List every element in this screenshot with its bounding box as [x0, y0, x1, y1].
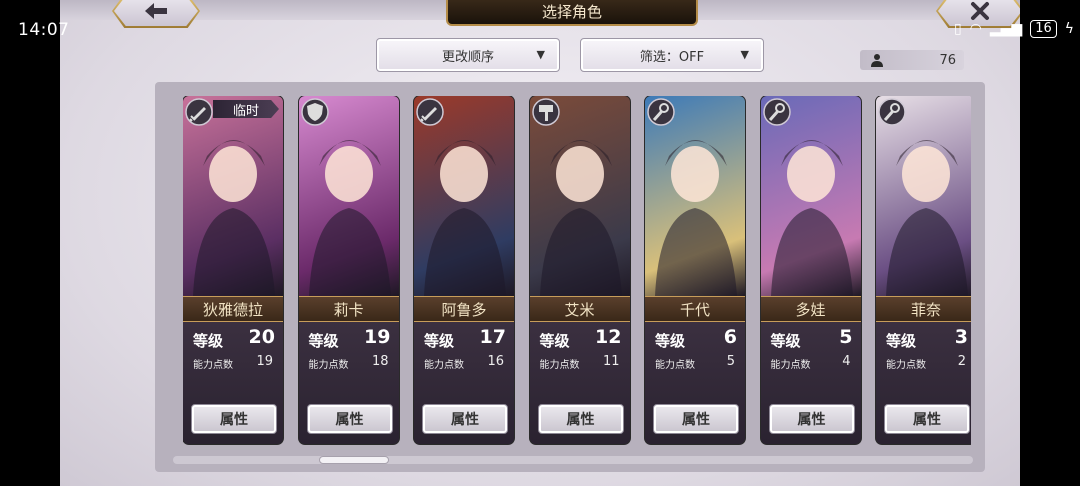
- character-stats: 等级 5 能力点数 4 属性: [760, 322, 861, 444]
- character-name: 阿鲁多: [414, 296, 514, 322]
- character-stats: 等级 3 能力点数 2 属性: [876, 322, 971, 444]
- character-stats: 等级 12 能力点数 11 属性: [529, 322, 630, 444]
- ability-points-value: 19: [256, 354, 273, 369]
- level-value: 3: [954, 326, 968, 348]
- character-card[interactable]: 菲奈 等级 3 能力点数 2 属性: [876, 96, 971, 444]
- level-label: 等级: [539, 332, 570, 350]
- game-screen: 选择角色 更改顺序 ▼ 筛选：OFF ▼ 76 临时 狄雅德拉 等级 20 能力…: [60, 0, 1020, 486]
- staff-icon: [762, 98, 791, 126]
- scrollbar[interactable]: [173, 456, 973, 464]
- level-value: 20: [248, 326, 275, 348]
- level-label: 等级: [193, 332, 224, 350]
- character-count-value: 76: [939, 52, 956, 68]
- character-name: 狄雅德拉: [183, 296, 283, 322]
- right-letterbox: [1020, 0, 1080, 486]
- signal-icon: ▂▄▆: [989, 21, 1023, 37]
- attributes-button[interactable]: 属性: [191, 404, 277, 434]
- page-title: 选择角色: [446, 0, 698, 26]
- character-portrait: [298, 96, 399, 296]
- level-label: 等级: [308, 332, 339, 350]
- level-value: 12: [595, 326, 622, 348]
- character-portrait: [645, 96, 745, 296]
- vibrate-icon: ▯: [953, 21, 962, 37]
- level-label: 等级: [424, 332, 455, 350]
- level-label: 等级: [655, 332, 686, 350]
- level-label: 等级: [886, 332, 917, 350]
- sword-icon: [185, 98, 213, 126]
- character-stats: 等级 6 能力点数 5 属性: [645, 322, 745, 444]
- order-dropdown-label: 更改顺序: [441, 49, 494, 65]
- attributes-button[interactable]: 属性: [653, 404, 739, 434]
- caret-down-icon: ▼: [740, 48, 749, 61]
- status-time: 14:07: [18, 20, 70, 40]
- filter-dropdown[interactable]: 筛选：OFF ▼: [580, 38, 764, 72]
- character-name: 艾米: [529, 296, 630, 322]
- character-count: 76: [860, 50, 964, 70]
- back-button[interactable]: [112, 0, 200, 28]
- ability-points-value: 4: [842, 354, 851, 369]
- ability-points-label: 能力点数: [193, 360, 233, 371]
- attributes-button[interactable]: 属性: [768, 404, 855, 434]
- character-card[interactable]: 艾米 等级 12 能力点数 11 属性: [529, 96, 630, 444]
- ability-points-label: 能力点数: [886, 360, 926, 371]
- character-card[interactable]: 多娃 等级 5 能力点数 4 属性: [760, 96, 861, 444]
- ability-points-label: 能力点数: [424, 360, 464, 371]
- attributes-button[interactable]: 属性: [884, 404, 970, 434]
- status-icons: ▯ ◠ ▂▄▆ 16 ϟ: [954, 20, 1074, 38]
- level-value: 5: [839, 326, 853, 348]
- character-list[interactable]: 临时 狄雅德拉 等级 20 能力点数 19 属性 莉卡 等级 19 能力点数 1…: [183, 96, 971, 446]
- sword-icon: [416, 98, 444, 126]
- character-name: 菲奈: [876, 296, 971, 322]
- shield-icon: [300, 98, 329, 126]
- character-name: 多娃: [760, 296, 861, 322]
- character-portrait: [876, 96, 971, 296]
- caret-down-icon: ▼: [536, 48, 545, 61]
- character-stats: 等级 19 能力点数 18 属性: [298, 322, 399, 444]
- close-icon: [971, 2, 989, 20]
- character-card[interactable]: 阿鲁多 等级 17 能力点数 16 属性: [414, 96, 514, 444]
- charging-icon: ϟ: [1064, 21, 1074, 37]
- attributes-button[interactable]: 属性: [537, 404, 624, 434]
- scrollbar-thumb[interactable]: [319, 456, 389, 464]
- ability-points-value: 2: [957, 354, 966, 369]
- left-letterbox: [0, 0, 60, 486]
- hammer-icon: [531, 98, 560, 126]
- attributes-button[interactable]: 属性: [306, 404, 393, 434]
- character-card[interactable]: 临时 狄雅德拉 等级 20 能力点数 19 属性: [183, 96, 283, 444]
- level-value: 17: [479, 326, 506, 348]
- ability-points-label: 能力点数: [770, 360, 811, 371]
- ability-points-value: 18: [371, 354, 389, 369]
- staff-icon: [647, 98, 675, 126]
- level-value: 6: [723, 326, 737, 348]
- ability-points-label: 能力点数: [539, 360, 580, 371]
- character-portrait: [414, 96, 514, 296]
- arrow-left-icon: [145, 3, 167, 19]
- character-portrait: [760, 96, 861, 296]
- ability-points-value: 5: [726, 354, 735, 369]
- character-portrait: [183, 96, 283, 296]
- wifi-icon: ◠: [969, 21, 982, 37]
- character-name: 千代: [645, 296, 745, 322]
- order-dropdown[interactable]: 更改顺序 ▼: [376, 38, 560, 72]
- character-name: 莉卡: [298, 296, 399, 322]
- character-portrait: [529, 96, 630, 296]
- ability-points-label: 能力点数: [655, 360, 695, 371]
- staff-icon: [878, 98, 906, 126]
- ability-points-value: 11: [602, 354, 620, 369]
- filter-dropdown-label: 筛选：OFF: [639, 49, 705, 65]
- character-stats: 等级 20 能力点数 19 属性: [183, 322, 283, 444]
- level-label: 等级: [770, 332, 801, 350]
- ability-points-value: 16: [487, 354, 504, 369]
- character-panel: 临时 狄雅德拉 等级 20 能力点数 19 属性 莉卡 等级 19 能力点数 1…: [155, 82, 985, 472]
- level-value: 19: [364, 326, 391, 348]
- battery-level: 16: [1030, 20, 1057, 38]
- character-card[interactable]: 莉卡 等级 19 能力点数 18 属性: [298, 96, 399, 444]
- character-stats: 等级 17 能力点数 16 属性: [414, 322, 514, 444]
- person-icon: [871, 54, 883, 67]
- attributes-button[interactable]: 属性: [422, 404, 508, 434]
- character-card[interactable]: 千代 等级 6 能力点数 5 属性: [645, 96, 745, 444]
- temporary-tag: 临时: [213, 100, 279, 118]
- ability-points-label: 能力点数: [308, 360, 349, 371]
